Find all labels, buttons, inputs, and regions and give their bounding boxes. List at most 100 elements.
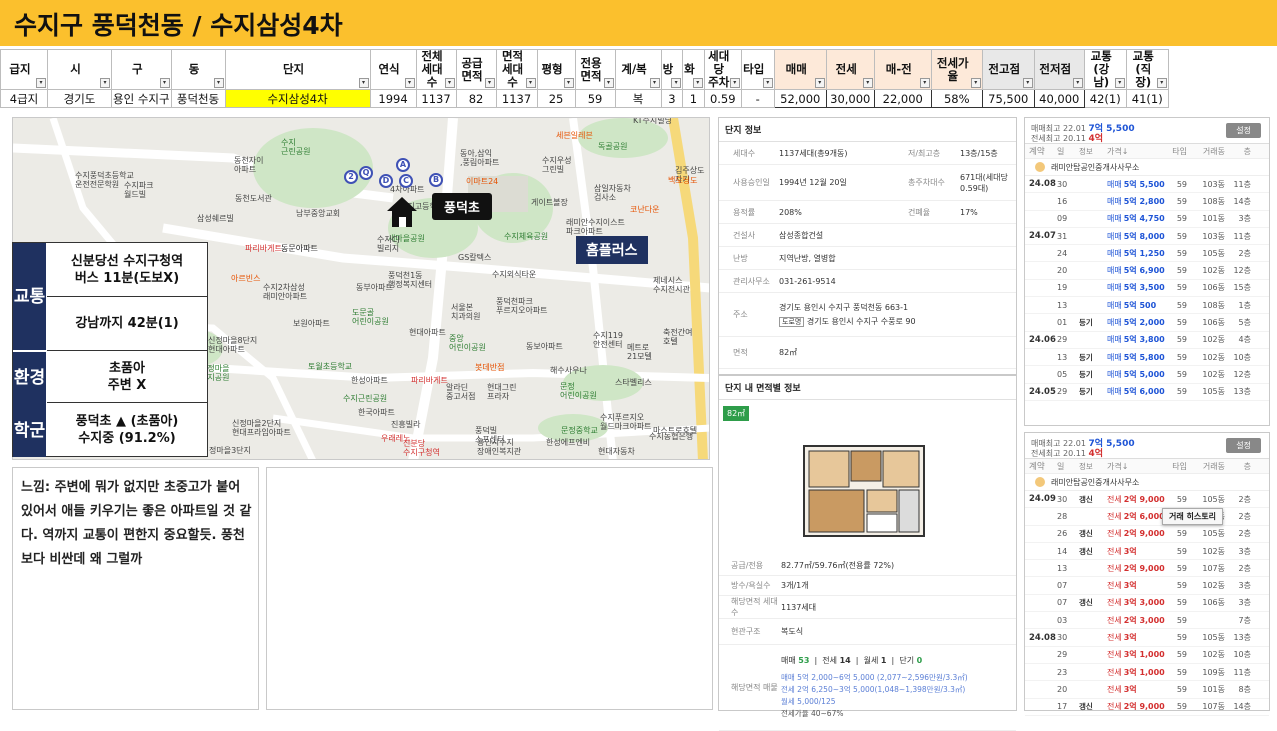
trade-row[interactable]: 24.08 30 매매 5억 5,500 59 103동 11층: [1025, 176, 1269, 194]
col-header[interactable]: 교통 (강남) ▾: [1083, 49, 1127, 90]
col-header[interactable]: 타입 ▾: [740, 49, 775, 90]
table-cell[interactable]: 30,000: [825, 89, 875, 108]
table-cell[interactable]: 3: [660, 89, 684, 108]
trade-row[interactable]: 13 전세 2억 9,000 59 107동 2층: [1025, 560, 1269, 578]
trade-col-header[interactable]: 타입: [1169, 146, 1191, 157]
table-cell[interactable]: 4급지: [0, 89, 48, 108]
filter-dropdown-icon[interactable]: ▾: [444, 78, 455, 88]
trade-col-header[interactable]: 거래동: [1191, 461, 1225, 472]
filter-dropdown-icon[interactable]: ▾: [649, 78, 660, 88]
trade-row[interactable]: 24.09 30 갱신 전세 2억 9,000 59 105동 2층: [1025, 491, 1269, 509]
trade-row[interactable]: 13 등기 매매 5억 5,800 59 102동 10층: [1025, 349, 1269, 367]
col-header[interactable]: 급지 ▾: [0, 49, 48, 90]
map-pin-a[interactable]: A: [396, 158, 410, 172]
col-header[interactable]: 평형 ▾: [536, 49, 576, 90]
table-cell[interactable]: 1994: [369, 89, 417, 108]
table-cell[interactable]: -: [740, 89, 775, 108]
trade-col-header[interactable]: 계약: [1025, 145, 1057, 157]
col-header[interactable]: 매-전 ▾: [873, 49, 932, 90]
trade-row[interactable]: 20 전세 3억 59 101동 8층: [1025, 681, 1269, 699]
filter-dropdown-icon[interactable]: ▾: [525, 78, 536, 88]
trade-col-header[interactable]: 정보: [1079, 146, 1107, 157]
filter-dropdown-icon[interactable]: ▾: [692, 78, 703, 88]
table-cell[interactable]: 1: [682, 89, 705, 108]
trade-col-header[interactable]: 층: [1225, 461, 1251, 472]
table-cell[interactable]: 1137: [415, 89, 457, 108]
col-header[interactable]: 계/복 ▾: [614, 49, 662, 90]
col-header[interactable]: 전세 ▾: [825, 49, 875, 90]
trade-row[interactable]: 29 전세 3억 1,000 59 102동 10층: [1025, 647, 1269, 664]
trade-col-header[interactable]: 가격↓: [1107, 146, 1169, 157]
trade-row[interactable]: 14 갱신 전세 3억 59 102동 3층: [1025, 543, 1269, 561]
col-header[interactable]: 전고점 ▾: [981, 49, 1035, 90]
trade-col-header[interactable]: 층: [1225, 146, 1251, 157]
map-pin-b[interactable]: B: [429, 173, 443, 187]
filter-dropdown-icon[interactable]: ▾: [1072, 78, 1083, 88]
settings-button[interactable]: 설정: [1226, 123, 1261, 138]
filter-dropdown-icon[interactable]: ▾: [862, 78, 873, 88]
trade-row[interactable]: 24.08 30 전세 3억 59 105동 13층: [1025, 629, 1269, 647]
col-header[interactable]: 동 ▾: [170, 49, 226, 90]
col-header[interactable]: 전체 세대수 ▾: [415, 49, 457, 90]
area-tab[interactable]: 82㎡: [723, 406, 750, 421]
table-cell[interactable]: 1137: [495, 89, 538, 108]
trade-col-header[interactable]: 타입: [1169, 461, 1191, 472]
col-header[interactable]: 화 ▾: [682, 49, 705, 90]
table-cell[interactable]: 수지삼성4차: [224, 89, 371, 108]
col-header[interactable]: 구 ▾: [111, 49, 172, 90]
trade-col-header[interactable]: 정보: [1079, 461, 1107, 472]
trade-row[interactable]: 07 갱신 전세 3억 3,000 59 106동 3층: [1025, 595, 1269, 613]
trade-row[interactable]: 13 매매 5억 500 59 108동 1층: [1025, 297, 1269, 315]
col-header[interactable]: 전용 면적 ▾: [574, 49, 616, 90]
col-header[interactable]: 공급 면적 ▾: [455, 49, 497, 90]
trade-row[interactable]: 07 전세 3억 59 102동 3층: [1025, 577, 1269, 595]
memo-box[interactable]: 느낌: 주변에 뭐가 없지만 초중고가 붙어 있어서 애들 키우기는 좋은 아파…: [12, 467, 259, 710]
col-header[interactable]: 전저점 ▾: [1033, 49, 1085, 90]
filter-dropdown-icon[interactable]: ▾: [484, 78, 495, 88]
agent-row[interactable]: 래미안탑공인중개사사무소: [1025, 474, 1269, 491]
table-cell[interactable]: 경기도: [47, 89, 112, 108]
col-header[interactable]: 매매 ▾: [773, 49, 827, 90]
trade-row[interactable]: 17 갱신 전세 2억 9,000 59 107동 14층: [1025, 699, 1269, 716]
col-header[interactable]: 연식 ▾: [369, 49, 417, 90]
table-cell[interactable]: 25: [536, 89, 576, 108]
table-cell[interactable]: 75,500: [981, 89, 1035, 108]
table-cell[interactable]: 52,000: [773, 89, 827, 108]
col-header[interactable]: 교통 (직장) ▾: [1125, 49, 1169, 90]
table-cell[interactable]: 용인 수지구: [111, 89, 172, 108]
col-header[interactable]: 시 ▾: [47, 49, 112, 90]
trade-row[interactable]: 24 매매 5억 1,250 59 105동 2층: [1025, 245, 1269, 263]
filter-dropdown-icon[interactable]: ▾: [762, 78, 773, 88]
trade-row[interactable]: 09 매매 5억 4,750 59 101동 3층: [1025, 211, 1269, 228]
trade-col-header[interactable]: 일: [1057, 461, 1079, 472]
filter-dropdown-icon[interactable]: ▾: [404, 78, 415, 88]
trade-row[interactable]: 16 매매 5억 2,800 59 108동 14층: [1025, 193, 1269, 211]
table-cell[interactable]: 풍덕천동: [170, 89, 226, 108]
trade-row[interactable]: 24.06 29 매매 5억 3,800 59 102동 4층: [1025, 332, 1269, 349]
table-cell[interactable]: 41(1): [1125, 89, 1169, 108]
filter-dropdown-icon[interactable]: ▾: [100, 78, 110, 88]
table-cell[interactable]: 42(1): [1083, 89, 1127, 108]
map-pin-q[interactable]: Q: [359, 166, 373, 180]
map-pin-d[interactable]: D: [379, 174, 393, 188]
trade-row[interactable]: 20 매매 5억 6,900 59 102동 12층: [1025, 262, 1269, 280]
filter-dropdown-icon[interactable]: ▾: [814, 78, 825, 88]
table-cell[interactable]: 59: [574, 89, 616, 108]
col-header[interactable]: 전세가율 ▾: [930, 49, 983, 90]
trade-col-header[interactable]: 일: [1057, 146, 1079, 157]
filter-dropdown-icon[interactable]: ▾: [563, 78, 574, 88]
table-row[interactable]: 4급지 경기도 용인 수지구 풍덕천동 수지삼성4차 1994 1137 82 1137 25 59…: [0, 89, 1169, 108]
filter-dropdown-icon[interactable]: ▾: [603, 78, 614, 88]
col-header[interactable]: 단지 ▾: [224, 49, 371, 90]
filter-dropdown-icon[interactable]: ▾: [358, 78, 369, 88]
filter-dropdown-icon[interactable]: ▾: [671, 78, 682, 88]
col-header[interactable]: 방 ▾: [660, 49, 684, 90]
filter-dropdown-icon[interactable]: ▾: [1022, 78, 1033, 88]
trade-col-header[interactable]: 계약: [1025, 460, 1057, 472]
trade-col-header[interactable]: 거래동: [1191, 146, 1225, 157]
trade-row[interactable]: 19 매매 5억 3,500 59 106동 15층: [1025, 280, 1269, 298]
filter-dropdown-icon[interactable]: ▾: [1114, 78, 1125, 88]
filter-dropdown-icon[interactable]: ▾: [970, 78, 981, 88]
filter-dropdown-icon[interactable]: ▾: [729, 78, 740, 88]
table-cell[interactable]: 40,000: [1033, 89, 1085, 108]
